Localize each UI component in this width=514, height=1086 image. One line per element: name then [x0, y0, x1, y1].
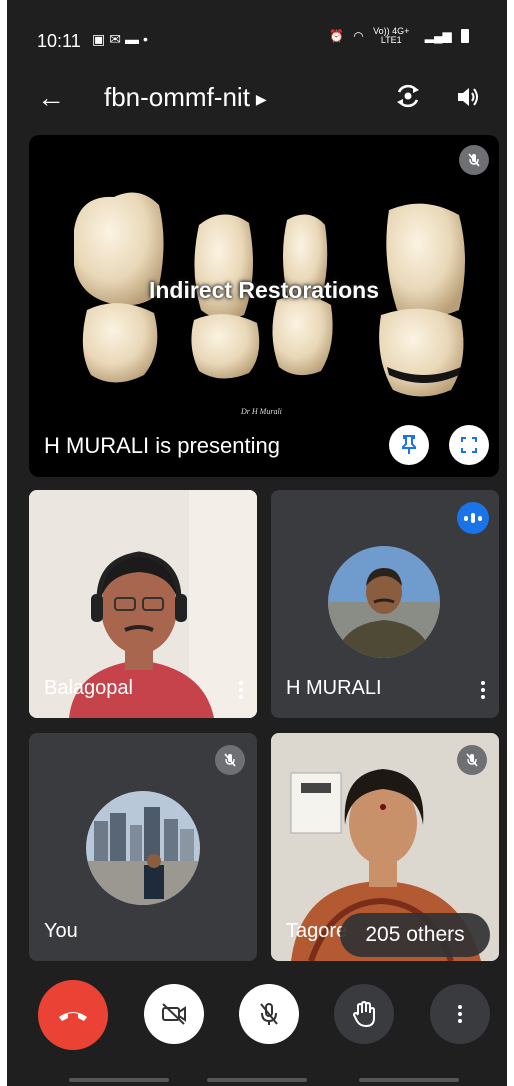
meeting-code-button[interactable]: fbn-ommf-nit ▶: [104, 82, 267, 113]
participant-name: You: [44, 920, 78, 942]
status-notification-icons: ▣✉▬•: [92, 31, 152, 48]
participant-name: H MURALI: [286, 677, 382, 699]
participant-name: Tagore: [286, 920, 348, 942]
nav-bar-right[interactable]: [359, 1078, 459, 1082]
network-label: Vo)) 4G+ LTE1: [373, 26, 410, 46]
participant-tile-h-murali[interactable]: H MURALI: [271, 490, 499, 718]
more-vert-icon[interactable]: [479, 678, 487, 702]
app-icon: ▬: [124, 31, 143, 47]
meeting-top-bar: ← fbn-ommf-nit ▶: [7, 70, 507, 126]
alarm-icon: ⏰: [329, 29, 344, 44]
slide-title: Indirect Restorations: [148, 277, 380, 303]
others-count-badge[interactable]: 205 others: [340, 913, 490, 957]
fullscreen-button[interactable]: [449, 425, 489, 465]
slide-signature: Dr H Murali: [241, 407, 282, 416]
signal-icon: ▂▄▆: [424, 29, 452, 44]
presenting-caption: H MURALI is presenting: [44, 433, 280, 458]
raise-hand-button[interactable]: [334, 984, 394, 1044]
switch-camera-icon[interactable]: [395, 83, 421, 109]
participant-tile-balagopal[interactable]: Balagopal: [29, 490, 257, 718]
nav-bar-center[interactable]: [207, 1078, 307, 1082]
participant-tile-you[interactable]: You: [29, 733, 257, 961]
camera-off-icon: [162, 1003, 186, 1025]
image-icon: ▣: [92, 31, 110, 47]
speaking-indicator-icon: [457, 502, 489, 534]
back-arrow-icon[interactable]: ←: [37, 82, 65, 114]
speaker-icon[interactable]: [455, 84, 481, 110]
status-time: 10:11: [37, 31, 81, 51]
participant-name: Balagopal: [44, 677, 133, 699]
mic-off-icon: [260, 1003, 278, 1025]
pin-button[interactable]: [389, 425, 429, 465]
more-options-button[interactable]: [430, 984, 490, 1044]
avatar: [328, 546, 440, 658]
wifi-icon: ◠: [353, 29, 364, 44]
more-vert-icon: [456, 1002, 464, 1026]
avatar: [86, 791, 200, 905]
presenter-mic-off-icon: [459, 145, 489, 175]
mail-icon: ✉: [109, 31, 125, 47]
battery-icon: [461, 29, 470, 44]
presentation-tile[interactable]: Indirect Restorations Dr H Murali H MURA…: [29, 135, 499, 477]
hand-icon: [352, 1000, 375, 1028]
fullscreen-icon: [461, 437, 477, 453]
meet-screen: 10:11 ▣✉▬• ⏰ ◠ Vo)) 4G+ LTE1 ▂▄▆ ← fbn-om…: [7, 0, 507, 1086]
microphone-off-button[interactable]: [239, 984, 299, 1044]
meeting-code: fbn-ommf-nit: [104, 82, 250, 112]
camera-off-button[interactable]: [144, 984, 204, 1044]
caret-right-icon: ▶: [255, 90, 267, 107]
pin-icon: [402, 435, 416, 454]
status-right-icons: ⏰ ◠ Vo)) 4G+ LTE1 ▂▄▆: [329, 27, 475, 45]
status-bar: 10:11 ▣✉▬• ⏰ ◠ Vo)) 4G+ LTE1 ▂▄▆: [7, 0, 507, 80]
mic-off-icon: [215, 745, 245, 775]
end-call-button[interactable]: [38, 980, 108, 1050]
dot-icon: •: [142, 31, 152, 47]
mic-off-icon: [457, 745, 487, 775]
nav-bar-left[interactable]: [69, 1078, 169, 1082]
more-vert-icon[interactable]: [237, 678, 245, 702]
phone-hangup-icon: [59, 1012, 87, 1021]
